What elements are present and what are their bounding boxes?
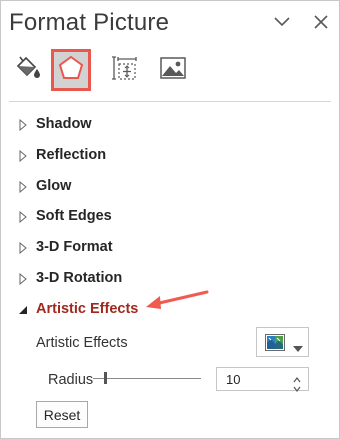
section-label: Artistic Effects xyxy=(36,301,139,317)
radius-slider-thumb[interactable] xyxy=(104,372,107,384)
section-3d-format[interactable]: 3-D Format xyxy=(1,232,339,262)
tab-divider xyxy=(9,101,331,102)
chevron-down-icon xyxy=(293,339,303,357)
spin-up-icon[interactable] xyxy=(292,371,302,383)
section-label: Shadow xyxy=(36,116,92,132)
close-pane-button[interactable] xyxy=(308,9,334,35)
expand-caret-icon xyxy=(18,272,28,286)
expand-caret-icon xyxy=(18,180,28,194)
paint-bucket-icon xyxy=(12,53,42,88)
section-shadow[interactable]: Shadow xyxy=(1,109,339,139)
section-reflection[interactable]: Reflection xyxy=(1,140,339,170)
pane-tab-bar xyxy=(1,49,340,93)
section-soft-edges[interactable]: Soft Edges xyxy=(1,201,339,231)
tab-picture[interactable] xyxy=(153,49,193,91)
pentagon-icon xyxy=(58,55,84,86)
expand-caret-icon xyxy=(18,149,28,163)
reset-button[interactable]: Reset xyxy=(36,401,88,428)
annotation-arrow-icon xyxy=(146,290,209,309)
radius-spinbox[interactable]: 10 xyxy=(216,367,309,392)
size-properties-icon xyxy=(109,53,139,88)
artistic-effect-thumbnail-icon xyxy=(265,334,285,356)
tab-fill-line[interactable] xyxy=(7,49,47,91)
expand-caret-icon xyxy=(18,241,28,255)
expand-caret-icon xyxy=(18,118,28,132)
section-glow[interactable]: Glow xyxy=(1,171,339,201)
chevron-down-icon xyxy=(274,17,290,27)
close-icon xyxy=(314,15,328,29)
radius-label: Radius xyxy=(48,372,94,388)
artistic-effects-picker[interactable] xyxy=(256,327,309,357)
section-label: Reflection xyxy=(36,147,107,163)
pane-options-button[interactable] xyxy=(269,9,295,35)
section-label: Soft Edges xyxy=(36,208,112,224)
collapse-caret-icon xyxy=(18,303,28,315)
pane-title: Format Picture xyxy=(9,9,170,36)
section-label: 3-D Format xyxy=(36,239,113,255)
artistic-effects-label: Artistic Effects xyxy=(36,335,128,351)
tab-effects[interactable] xyxy=(51,49,91,91)
section-label: Glow xyxy=(36,178,72,194)
tab-size-properties[interactable] xyxy=(104,49,144,91)
picture-icon xyxy=(159,55,187,86)
expand-caret-icon xyxy=(18,210,28,224)
radius-slider-track[interactable] xyxy=(93,378,201,379)
format-picture-pane: Format Picture Shadow Reflection Glow So… xyxy=(0,0,340,439)
radius-value: 10 xyxy=(226,372,241,387)
spin-down-icon[interactable] xyxy=(292,380,302,392)
section-label: 3-D Rotation xyxy=(36,270,123,286)
